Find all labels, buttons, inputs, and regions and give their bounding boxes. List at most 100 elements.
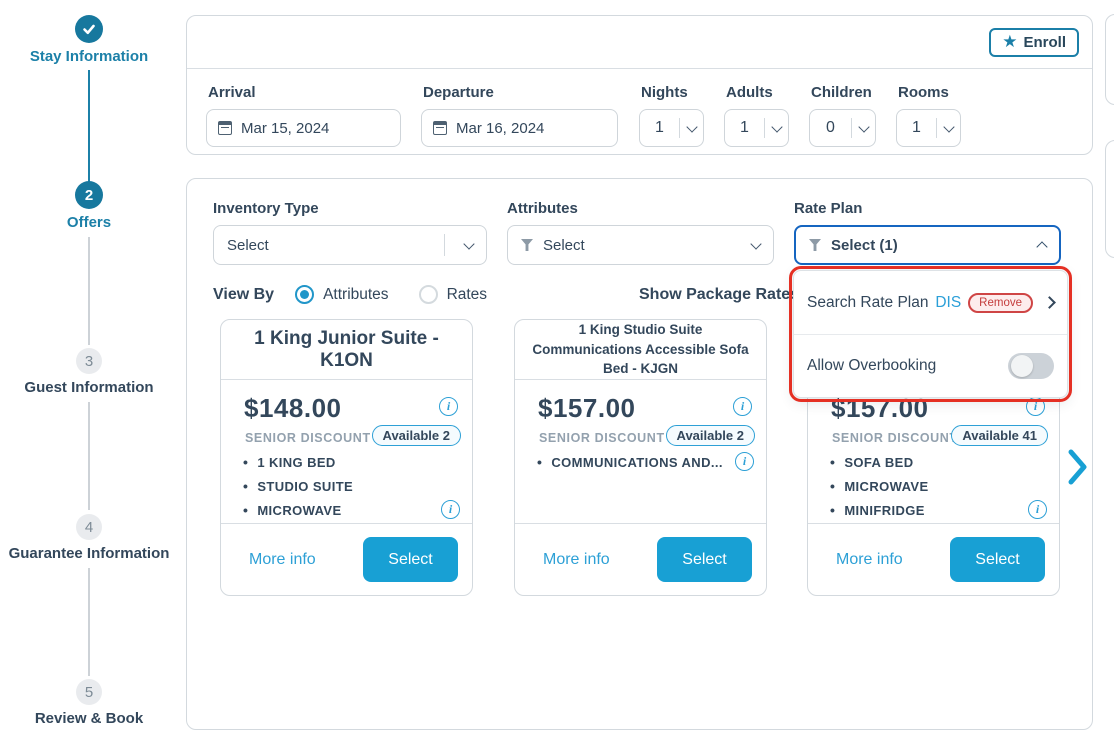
feature-item: 1 KING BED xyxy=(257,455,335,470)
star-icon: ★ xyxy=(1002,34,1017,51)
step-label: Guest Information xyxy=(0,379,178,396)
carousel-next-button[interactable] xyxy=(1067,448,1089,491)
chevron-down-icon xyxy=(686,121,697,132)
view-by-control: View By Attributes Rates xyxy=(213,285,506,304)
adults-label: Adults xyxy=(726,84,789,101)
more-info-link[interactable]: More info xyxy=(543,551,610,569)
attributes-select[interactable]: Select xyxy=(507,225,774,265)
departure-label: Departure xyxy=(423,84,618,101)
children-select[interactable]: 0 xyxy=(809,109,876,147)
inventory-type-select[interactable]: Select xyxy=(213,225,487,265)
rate-plan-dropdown-menu: Search Rate Plan DIS Remove Allow Overbo… xyxy=(793,270,1068,398)
allow-overbooking-label: Allow Overbooking xyxy=(807,357,1008,375)
features-info-icon[interactable]: i xyxy=(1028,500,1047,519)
rate-name: SENIOR DISCOUNT xyxy=(245,431,371,445)
nights-value: 1 xyxy=(640,119,679,137)
step-number: 2 xyxy=(75,181,103,209)
bullet-icon: • xyxy=(537,454,542,470)
more-info-link[interactable]: More info xyxy=(836,551,903,569)
nights-label: Nights xyxy=(641,84,704,101)
rooms-label: Rooms xyxy=(898,84,961,101)
room-title: 1 King Studio Suite Communications Acces… xyxy=(525,320,756,379)
step-offers[interactable]: 2 Offers xyxy=(0,181,178,231)
rate-name: SENIOR DISCOUNT xyxy=(832,431,958,445)
feature-item: MINIFRIDGE xyxy=(844,503,925,518)
step-connector xyxy=(88,237,90,345)
rooms-value: 1 xyxy=(897,119,936,137)
bullet-icon: • xyxy=(243,454,248,470)
radio-rates[interactable] xyxy=(419,285,438,304)
step-number: 3 xyxy=(76,348,102,374)
step-connector xyxy=(88,568,90,676)
feature-list: • COMMUNICATIONS AND... xyxy=(537,450,723,474)
room-title: 1 King Junior Suite - K1ON xyxy=(231,328,462,372)
step-label: Review & Book xyxy=(0,710,178,727)
bullet-icon: • xyxy=(830,454,835,470)
rooms-select[interactable]: 1 xyxy=(896,109,961,147)
radio-rates-label[interactable]: Rates xyxy=(447,286,488,304)
search-rate-plan-row[interactable]: Search Rate Plan DIS Remove xyxy=(794,271,1067,334)
view-by-label: View By xyxy=(213,286,274,304)
children-label: Children xyxy=(811,84,876,101)
radio-attributes[interactable] xyxy=(295,285,314,304)
rate-plan-select[interactable]: Select (1) xyxy=(794,225,1061,265)
nights-field-group: Nights 1 xyxy=(639,69,704,147)
bullet-icon: • xyxy=(243,478,248,494)
feature-item: STUDIO SUITE xyxy=(257,479,353,494)
overbooking-toggle[interactable] xyxy=(1008,353,1054,379)
step-guarantee-information[interactable]: 4 Guarantee Information xyxy=(0,514,178,562)
departure-field-group: Departure Mar 16, 2024 xyxy=(421,69,618,147)
calendar-icon xyxy=(433,121,447,135)
room-price: $157.00 xyxy=(538,393,635,424)
step-guest-information[interactable]: 3 Guest Information xyxy=(0,348,178,396)
check-icon xyxy=(75,15,103,43)
more-info-link[interactable]: More info xyxy=(249,551,316,569)
arrival-label: Arrival xyxy=(208,84,401,101)
radio-attributes-label[interactable]: Attributes xyxy=(323,286,388,304)
adults-select[interactable]: 1 xyxy=(724,109,789,147)
availability-badge: Available 2 xyxy=(372,425,461,446)
adults-value: 1 xyxy=(725,119,764,137)
filter-icon xyxy=(809,239,821,251)
attributes-label: Attributes xyxy=(507,200,774,217)
chevron-down-icon xyxy=(943,121,954,132)
chevron-down-icon xyxy=(750,238,761,249)
calendar-icon xyxy=(218,121,232,135)
features-info-icon[interactable]: i xyxy=(441,500,460,519)
allow-overbooking-row: Allow Overbooking xyxy=(794,334,1067,397)
bullet-icon: • xyxy=(243,502,248,518)
feature-item: MICROWAVE xyxy=(257,503,341,518)
price-info-icon[interactable]: i xyxy=(439,397,458,416)
clipped-panel-edge xyxy=(1105,14,1114,105)
features-info-icon[interactable]: i xyxy=(735,452,754,471)
rate-plan-label: Rate Plan xyxy=(794,200,1061,217)
step-review-book[interactable]: 5 Review & Book xyxy=(0,679,178,727)
nights-select[interactable]: 1 xyxy=(639,109,704,147)
selected-rate-code: DIS xyxy=(935,294,961,312)
adults-field-group: Adults 1 xyxy=(724,69,789,147)
enroll-button[interactable]: ★ Enroll xyxy=(989,28,1079,57)
room-card-k1on: 1 King Junior Suite - K1ON $148.00 i SEN… xyxy=(220,319,473,596)
children-field-group: Children 0 xyxy=(809,69,876,147)
children-value: 0 xyxy=(810,119,851,137)
step-number: 5 xyxy=(76,679,102,705)
price-info-icon[interactable]: i xyxy=(1026,397,1045,416)
remove-rate-button[interactable]: Remove xyxy=(968,293,1033,313)
rate-plan-group: Rate Plan Select (1) xyxy=(794,200,1061,265)
step-stay-information[interactable]: Stay Information xyxy=(0,15,178,65)
price-info-icon[interactable]: i xyxy=(733,397,752,416)
arrival-date-value: Mar 15, 2024 xyxy=(241,120,329,137)
chevron-right-icon xyxy=(1067,448,1089,486)
select-room-button[interactable]: Select xyxy=(657,537,752,582)
select-room-button[interactable]: Select xyxy=(950,537,1045,582)
arrival-date-input[interactable]: Mar 15, 2024 xyxy=(206,109,401,147)
step-label: Stay Information xyxy=(0,48,178,65)
chevron-right-icon[interactable] xyxy=(1043,296,1056,309)
clipped-panel-edge xyxy=(1105,140,1114,258)
departure-date-input[interactable]: Mar 16, 2024 xyxy=(421,109,618,147)
step-label: Offers xyxy=(0,214,178,231)
step-label: Guarantee Information xyxy=(0,545,178,562)
room-price: $148.00 xyxy=(244,393,341,424)
select-room-button[interactable]: Select xyxy=(363,537,458,582)
feature-item: COMMUNICATIONS AND... xyxy=(551,455,723,470)
